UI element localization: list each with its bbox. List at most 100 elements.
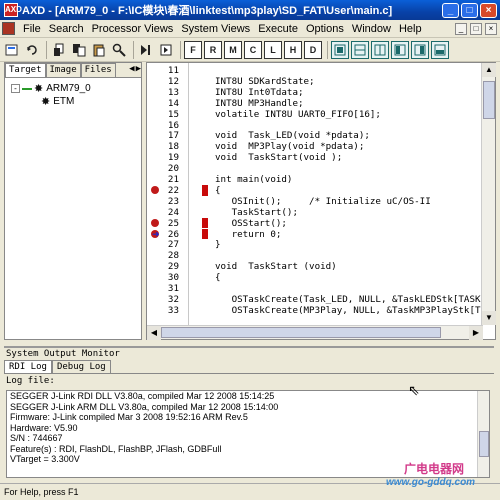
line-number: 13 [167,86,179,98]
log-scroll-thumb[interactable] [479,431,489,457]
line-number: 20 [167,163,179,175]
window-layout-5-icon[interactable] [411,40,429,59]
menu-file[interactable]: File [19,23,45,35]
code-line[interactable]: { [215,185,221,196]
menu-help[interactable]: Help [395,23,426,35]
scroll-left-icon[interactable]: ◀ [147,326,161,340]
target-tree: - ✸ ARM79_0 ✸ ETM [5,78,141,112]
line-number: 30 [167,272,179,284]
tree-item-label: ETM [53,96,75,107]
breakpoint-marker [202,217,208,229]
tab-target[interactable]: Target [5,63,46,77]
line-gutter[interactable]: 11 12 13 14 15 16 17 18 19 20 21 22 23 24 25 26 ➜ 27 28 29 3… [147,63,189,325]
log-line: SEGGER J-Link ARM DLL V3.80a, compiled M… [10,401,279,412]
line-number: 16 [167,119,179,131]
horizontal-scroll-thumb[interactable] [161,327,441,338]
code-line[interactable]: { [215,272,221,283]
tab-image[interactable]: Image [45,63,81,77]
code-line[interactable]: OSTaskCreate(Task_LED, NULL, &TaskLEDStk… [215,294,481,305]
horizontal-scrollbar[interactable]: ◀ ▶ [147,325,483,340]
tab-debug-log[interactable]: Debug Log [51,360,111,373]
paste-icon[interactable] [90,41,108,59]
window-title: AXD - [ARM79_0 - F:\IC模块\春酒\linktest\mp3… [22,5,393,17]
source-editor[interactable]: 11 12 13 14 15 16 17 18 19 20 21 22 23 24 25 26 ➜ 27 28 29 3… [146,62,496,340]
breakpoint-marker [202,228,208,240]
toolbar-separator [180,40,181,59]
window-layout-1-icon[interactable] [331,40,349,59]
vertical-scrollbar[interactable]: ▲ ▼ [481,63,496,325]
maximize-button[interactable]: □ [461,2,478,18]
reload-icon[interactable] [23,41,41,59]
code-line[interactable]: INT8U Int0Tdata; [215,87,304,98]
code-line[interactable]: INT8U SDKardState; [215,76,315,87]
code-line[interactable]: volatile INT8U UART0_FIFO[16]; [215,109,381,120]
document-icon[interactable] [2,22,15,35]
code-line[interactable]: OSTaskCreate(MP3Play, NULL, &TaskMP3Play… [215,305,481,316]
load-image-icon[interactable] [3,41,21,59]
tree-item-label: ARM79_0 [46,83,91,94]
watermark-text: 广电电器网 [404,462,465,476]
menu-options[interactable]: Options [302,23,348,35]
doc-restore-button[interactable]: □ [470,22,482,35]
view-c-button[interactable]: C [244,40,262,59]
copy-icon[interactable] [70,41,88,59]
app-icon[interactable]: AXD [4,3,22,17]
view-h-button[interactable]: H [284,40,302,59]
minimize-button[interactable]: _ [442,2,459,18]
doc-minimize-button[interactable]: _ [455,22,467,35]
line-number: 32 [167,293,179,305]
scroll-right-icon[interactable]: ▶ [469,326,483,340]
code-area[interactable]: INT8U SDKardState; INT8U Int0Tdata; INT8U … [189,63,483,325]
vertical-scroll-thumb[interactable] [483,81,495,119]
scroll-down-icon[interactable]: ▼ [482,311,496,325]
step-in-icon[interactable] [157,41,175,59]
code-line[interactable]: return 0; [215,229,282,240]
view-f-button[interactable]: F [184,40,202,59]
tab-scroll-left-icon[interactable]: ◀ [129,64,134,77]
code-line[interactable]: OSInit(); /* Initialize uC/OS-II [215,196,431,207]
code-line[interactable]: void TaskStart (void) [215,261,337,272]
code-line[interactable]: } [215,239,221,250]
code-line[interactable]: void MP3Play(void *pdata); [215,141,364,152]
menu-search[interactable]: Search [45,23,88,35]
collapse-icon[interactable]: - [11,84,20,93]
menu-execute[interactable]: Execute [254,23,302,35]
code-line[interactable]: int main(void) [215,174,292,185]
title-bar: AXD AXD - [ARM79_0 - F:\IC模块\春酒\linktest… [0,0,500,20]
line-number: 28 [167,250,179,262]
find-icon[interactable] [110,41,128,59]
code-line[interactable]: OSStart(); [215,218,287,229]
window-layout-2-icon[interactable] [351,40,369,59]
menu-window[interactable]: Window [348,23,395,35]
code-line[interactable]: void TaskStart(void ); [215,152,342,163]
status-text: For Help, press F1 [4,487,79,497]
window-layout-3-icon[interactable] [371,40,389,59]
window-layout-4-icon[interactable] [391,40,409,59]
view-l-button[interactable]: L [264,40,282,59]
close-button[interactable]: × [480,2,497,18]
menu-processor-views[interactable]: Processor Views [88,23,178,35]
tab-files[interactable]: Files [80,63,116,77]
cut-icon[interactable] [50,41,68,59]
view-m-button[interactable]: M [224,40,242,59]
tab-rdi-log[interactable]: RDI Log [4,360,52,373]
line-number: 11 [167,65,179,76]
scroll-up-icon[interactable]: ▲ [482,63,496,77]
doc-close-button[interactable]: × [485,22,497,35]
code-line[interactable]: TaskStart(); [215,207,298,218]
etm-icon: ✸ [41,96,51,108]
tab-scroll-right-icon[interactable]: ▶ [136,64,141,77]
window-layout-6-icon[interactable] [431,40,449,59]
toolbar-separator [133,40,134,59]
view-r-button[interactable]: R [204,40,222,59]
tree-item-etm[interactable]: ✸ ETM [11,95,135,108]
toolbar: F R M C L H D [0,38,500,62]
line-number: 33 [167,304,179,316]
tree-item-arm79[interactable]: - ✸ ARM79_0 [11,82,135,95]
code-line[interactable]: void Task_LED(void *pdata); [215,130,370,141]
menu-system-views[interactable]: System Views [177,23,254,35]
code-line[interactable]: INT8U MP3Handle; [215,98,304,109]
view-d-button[interactable]: D [304,40,322,59]
run-icon[interactable] [137,41,155,59]
line-number: 17 [167,130,179,142]
